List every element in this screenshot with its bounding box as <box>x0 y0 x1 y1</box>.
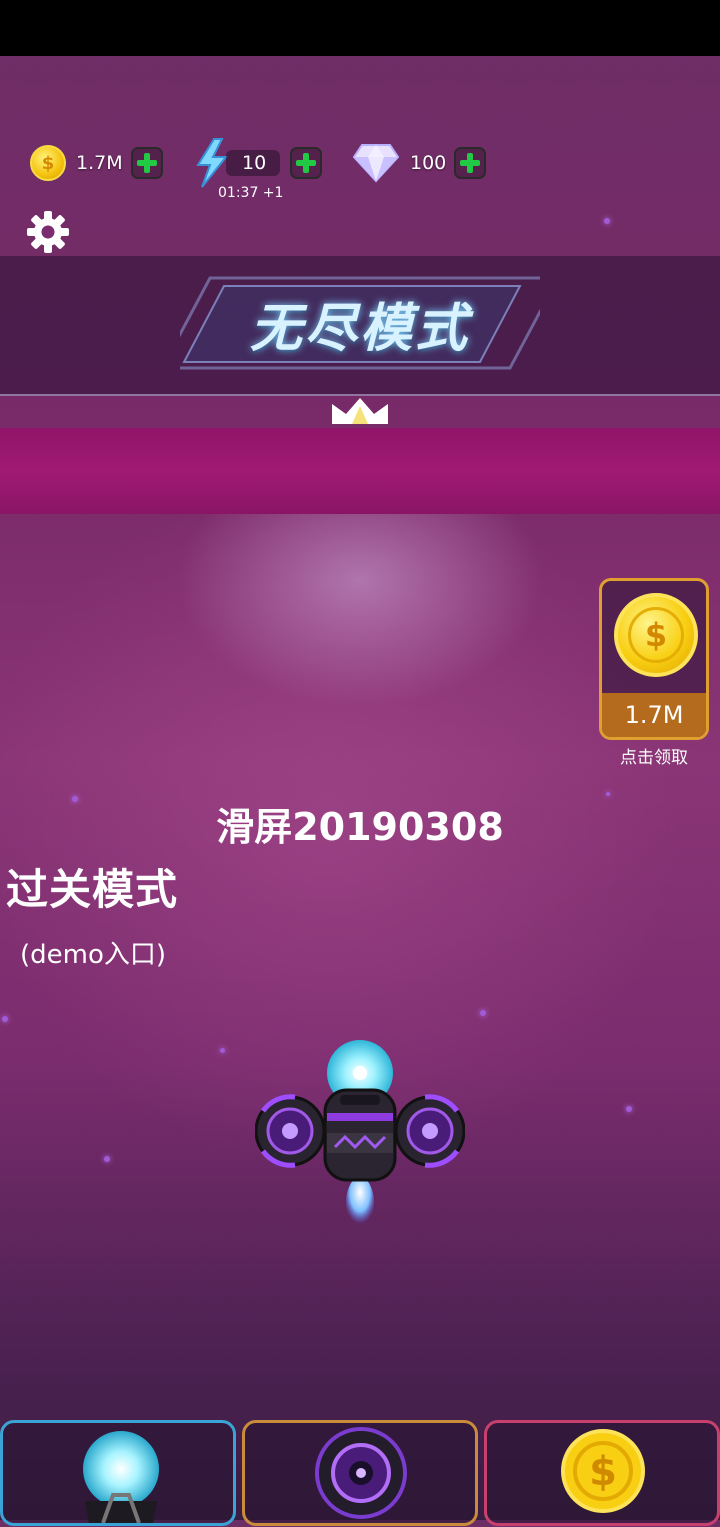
player-ship[interactable] <box>255 1035 465 1230</box>
svg-text:$: $ <box>589 1449 617 1495</box>
add-energy-button[interactable] <box>290 147 323 179</box>
coin-value: 1.7M <box>76 152 123 174</box>
reward-amount: 1.7M <box>602 693 706 737</box>
coin-resource: $ 1.7M <box>30 140 163 186</box>
star-particle <box>626 1106 632 1112</box>
tab-coin-shop[interactable]: $ <box>484 1420 720 1526</box>
star-particle <box>480 1010 486 1016</box>
vortex-icon <box>315 1427 407 1519</box>
swipe-label: 滑屏20190308 <box>216 805 504 849</box>
add-coins-button[interactable] <box>130 147 163 179</box>
coin-icon: $ <box>561 1429 645 1513</box>
tab-orb-weapon[interactable] <box>0 1420 236 1526</box>
pink-band <box>0 428 720 514</box>
tab-vortex-wing[interactable] <box>242 1420 478 1526</box>
diamond-icon <box>352 144 400 183</box>
energy-value: 10 <box>226 150 281 176</box>
gear-icon[interactable] <box>26 210 70 254</box>
energy-timer: 01:37 +1 <box>218 185 284 201</box>
gem-resource: 100 <box>352 140 487 186</box>
coin-icon: $ <box>30 145 66 181</box>
coin-icon: $ <box>614 593 698 677</box>
star-particle <box>104 1156 110 1162</box>
energy-resource: 10 <box>192 138 323 188</box>
orb-icon <box>83 1431 159 1524</box>
endless-mode-title[interactable]: 无尽模式 <box>180 276 540 370</box>
reward-label[interactable]: 点击领取 <box>599 743 709 768</box>
level-mode-button[interactable]: 过关模式 <box>6 856 178 917</box>
coin-reward-button[interactable]: $ 1.7M <box>599 578 709 740</box>
star-particle <box>72 796 78 802</box>
status-bar <box>0 0 720 56</box>
star-particle <box>220 1048 225 1053</box>
add-gems-button[interactable] <box>454 147 487 179</box>
gem-value: 100 <box>410 152 447 174</box>
crown-icon <box>332 398 388 424</box>
star-particle <box>606 792 610 796</box>
star-particle <box>604 218 610 224</box>
star-particle <box>2 1016 8 1022</box>
demo-entry-label[interactable]: (demo入口) <box>20 934 166 971</box>
